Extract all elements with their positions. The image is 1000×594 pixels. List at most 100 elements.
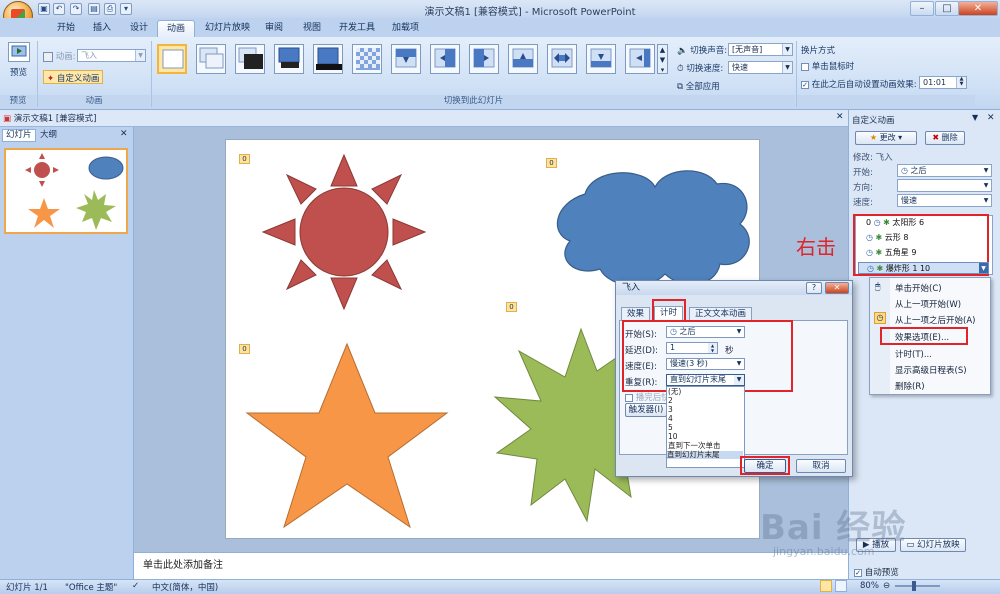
repeat-option[interactable]: 10 xyxy=(668,433,678,441)
tab-outline[interactable]: 大纲 xyxy=(40,129,57,142)
transition-push-left[interactable] xyxy=(625,44,655,74)
tab-view[interactable]: 视图 xyxy=(294,20,330,38)
dialog-repeat-combo[interactable]: 直到幻灯片末尾 ▼ xyxy=(666,374,745,386)
menu-item-advanced-timeline[interactable]: 显示高级日程表(S) xyxy=(895,364,967,376)
cloud-shape[interactable] xyxy=(556,170,750,286)
tab-review[interactable]: 审阅 xyxy=(256,20,292,38)
on-click-option[interactable]: 单击鼠标时 xyxy=(801,60,854,72)
repeat-option[interactable]: 5 xyxy=(668,424,673,432)
repeat-option[interactable]: 4 xyxy=(668,415,673,423)
close-button[interactable]: ✕ xyxy=(958,1,998,16)
slideshow-button[interactable]: ▭ 幻灯片放映 xyxy=(900,538,966,552)
preview-button[interactable]: 预览 xyxy=(10,66,27,78)
animation-item[interactable]: 0 ◷ ✱ 太阳形 6 xyxy=(858,217,989,229)
transition-dissolve[interactable] xyxy=(352,44,382,74)
speed-combo[interactable]: 快速 ▼ xyxy=(728,61,793,74)
menu-item-effect-options[interactable]: 效果选项(E)... xyxy=(895,331,949,343)
dialog-tab-effect[interactable]: 效果 xyxy=(621,307,651,320)
menu-item-with-previous[interactable]: 从上一项开始(W) xyxy=(895,298,961,310)
dialog-delay-input[interactable]: 1 ▲ ▼ xyxy=(666,342,718,354)
start-combo[interactable]: ◷ 之后 ▼ xyxy=(897,164,992,177)
menu-item-timing[interactable]: 计时(T)... xyxy=(895,348,932,360)
auto-preview-checkbox[interactable]: ✓ xyxy=(854,568,862,577)
change-effect-button[interactable]: ★ 更改 ▾ xyxy=(855,131,917,145)
sun-shape[interactable] xyxy=(261,153,427,311)
notes-area[interactable]: 单击此处添加备注 xyxy=(134,552,848,579)
repeat-option[interactable]: 3 xyxy=(668,406,673,414)
menu-item-after-previous[interactable]: 从上一项之后开始(A) xyxy=(895,314,975,326)
dialog-start-combo[interactable]: ◷ 之后 ▼ xyxy=(666,326,745,338)
auto-after-checkbox[interactable]: ✓ xyxy=(801,80,809,89)
tab-developer[interactable]: 开发工具 xyxy=(330,20,384,38)
normal-view-icon[interactable] xyxy=(820,580,832,592)
transition-none[interactable] xyxy=(157,44,187,74)
menu-item-on-click[interactable]: 单击开始(C) xyxy=(895,282,942,294)
document-tab[interactable]: ▣ 演示文稿1 [兼容模式] xyxy=(3,112,96,124)
zoom-level[interactable]: 80% xyxy=(860,581,879,591)
menu-item-remove[interactable]: 删除(R) xyxy=(895,380,925,392)
transition-split[interactable] xyxy=(547,44,577,74)
gallery-scroll[interactable]: ▲ ▼ ▾ xyxy=(657,44,668,74)
apply-all-button[interactable]: ⧉ 全部应用 xyxy=(677,80,720,92)
tab-addins[interactable]: 加载项 xyxy=(383,20,428,38)
save-icon[interactable]: ▣ xyxy=(38,3,50,15)
language[interactable]: 中文(简体，中国) xyxy=(152,581,218,593)
tab-animation[interactable]: 动画 xyxy=(157,20,196,38)
zoom-slider[interactable] xyxy=(895,585,940,587)
transition-wipe-down[interactable] xyxy=(391,44,421,74)
transition-wipe-left[interactable] xyxy=(430,44,460,74)
remove-effect-button[interactable]: ✖ 删除 xyxy=(925,131,965,145)
rewind-checkbox[interactable] xyxy=(625,393,633,402)
sound-combo[interactable]: [无声音] ▼ xyxy=(728,43,793,56)
dialog-tab-text-animation[interactable]: 正文文本动画 xyxy=(689,307,753,320)
dialog-speed-combo[interactable]: 慢速(3 秒) ▼ xyxy=(666,358,745,370)
transition-wipe-right[interactable] xyxy=(469,44,499,74)
document-close-icon[interactable]: ✕ xyxy=(836,112,844,122)
cancel-button[interactable]: 取消 xyxy=(796,459,846,473)
repeat-option[interactable]: 直到下一次单击 xyxy=(668,442,721,450)
dialog-help-button[interactable]: ? xyxy=(806,282,822,294)
star-shape[interactable] xyxy=(245,342,449,529)
minimize-button[interactable]: – xyxy=(910,1,934,16)
dialog-close-button[interactable]: ✕ xyxy=(825,282,849,294)
on-click-checkbox[interactable] xyxy=(801,62,809,71)
print-preview-icon[interactable]: ▤ xyxy=(88,3,100,15)
after-time-input[interactable]: 01:01 ▲ ▼ xyxy=(919,76,967,89)
chevron-down-icon[interactable]: ▼ xyxy=(979,263,988,273)
transition-cut[interactable] xyxy=(274,44,304,74)
transition-wipe-up[interactable] xyxy=(508,44,538,74)
customize-toolbar-icon[interactable]: ▾ xyxy=(120,3,132,15)
transition-push-down[interactable] xyxy=(586,44,616,74)
animation-item[interactable]: ◷ ✱ 云形 8 xyxy=(858,232,989,244)
transition-fade-smooth[interactable] xyxy=(196,44,226,74)
speed-combo[interactable]: 慢速 ▼ xyxy=(897,194,992,207)
restore-button[interactable]: □ xyxy=(935,1,959,16)
zoom-out-icon[interactable]: ⊖ xyxy=(883,581,890,591)
repeat-option[interactable]: 2 xyxy=(668,397,673,405)
auto-preview-option[interactable]: ✓ 自动预览 xyxy=(854,566,899,578)
animation-item-selected[interactable]: ◷ ✱ 爆炸形 1 10 ▼ xyxy=(858,262,989,274)
trigger-button[interactable]: 触发器(I) xyxy=(625,403,667,417)
animation-combo[interactable]: 飞入 ▼ xyxy=(77,49,146,62)
task-pane-close-icon[interactable]: ✕ xyxy=(987,113,995,123)
tab-slideshow[interactable]: 幻灯片放映 xyxy=(196,20,259,38)
print-icon[interactable]: ⎙ xyxy=(104,3,116,15)
pane-close-icon[interactable]: ✕ xyxy=(120,129,128,139)
redo-icon[interactable]: ↷ xyxy=(70,3,82,15)
tab-design[interactable]: 设计 xyxy=(121,20,157,38)
direction-combo[interactable]: ▼ xyxy=(897,179,992,192)
transition-cut-black[interactable] xyxy=(313,44,343,74)
transition-fade-black[interactable] xyxy=(235,44,265,74)
tab-home[interactable]: 开始 xyxy=(48,20,84,38)
ok-button[interactable]: 确定 xyxy=(744,459,786,473)
tab-slides[interactable]: 幻灯片 xyxy=(2,129,36,142)
tab-insert[interactable]: 插入 xyxy=(84,20,120,38)
repeat-option-selected[interactable]: 直到幻灯片末尾 xyxy=(667,451,743,459)
animation-item[interactable]: ◷ ✱ 五角星 9 xyxy=(858,247,989,259)
sorter-view-icon[interactable] xyxy=(835,580,847,592)
repeat-option[interactable]: (无) xyxy=(668,388,681,396)
spellcheck-icon[interactable]: ✓ xyxy=(132,581,139,591)
pane-menu-icon[interactable]: ▼ xyxy=(972,113,978,122)
undo-icon[interactable]: ↶ xyxy=(53,3,65,15)
spinner-icon[interactable]: ▲ ▼ xyxy=(708,343,717,353)
